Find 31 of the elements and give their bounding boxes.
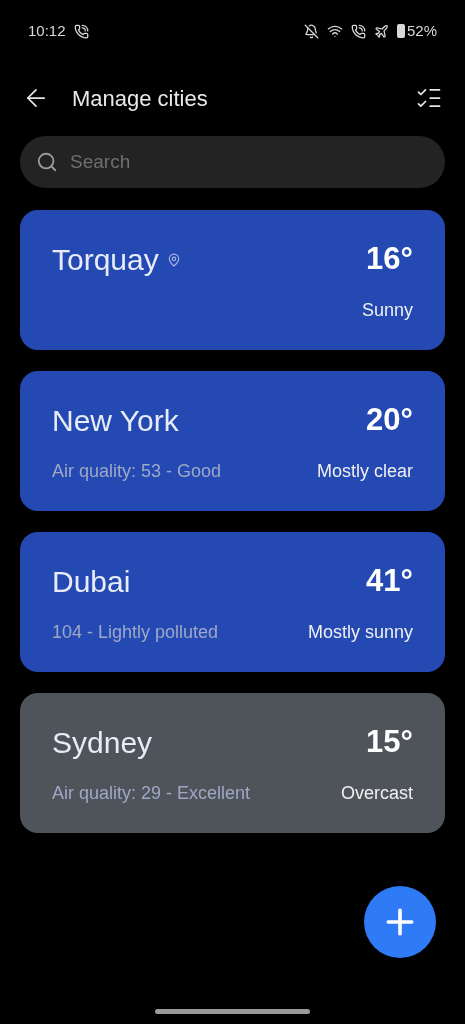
air-quality: 104 - Lightly polluted — [52, 620, 219, 644]
search-icon — [36, 151, 58, 173]
city-name: New York — [52, 403, 179, 439]
airplane-icon — [373, 23, 389, 39]
air-quality: Air quality: 29 - Excellent — [52, 781, 251, 805]
city-name: Dubai — [52, 564, 131, 600]
temperature: 16° — [366, 240, 413, 279]
city-name: Sydney — [52, 725, 153, 761]
wifi-call-icon — [350, 23, 366, 39]
temperature: 15° — [366, 723, 413, 762]
city-card[interactable]: Dubai 41° 104 - Lightly polluted Mostly sunny — [20, 532, 445, 672]
page-title: Manage cities — [72, 84, 208, 113]
status-time: 10:12 — [28, 20, 66, 41]
weather-condition: Mostly clear — [316, 459, 413, 483]
temperature: 41° — [366, 562, 413, 601]
temperature: 20° — [366, 401, 413, 440]
battery-percent: 52% — [406, 20, 437, 41]
search-field[interactable]: Search — [70, 147, 429, 177]
air-quality: Air quality: 53 - Good — [52, 459, 222, 483]
weather-condition: Sunny — [361, 298, 413, 322]
wifi-icon — [326, 23, 343, 39]
weather-condition: Overcast — [340, 781, 413, 805]
weather-condition: Mostly sunny — [307, 620, 413, 644]
battery-icon — [396, 24, 405, 38]
phone-call-icon — [73, 23, 89, 39]
mute-icon — [303, 23, 319, 39]
city-name: Torquay — [52, 242, 159, 278]
city-card[interactable]: Sydney 15° Air quality: 29 - Excellent Overcast — [20, 693, 445, 833]
city-card[interactable]: Torquay 16° Sunny — [20, 210, 445, 350]
search-bar[interactable]: Search — [20, 136, 445, 188]
city-card[interactable]: New York 20° Air quality: 53 - Good Mostly clear — [20, 371, 445, 511]
